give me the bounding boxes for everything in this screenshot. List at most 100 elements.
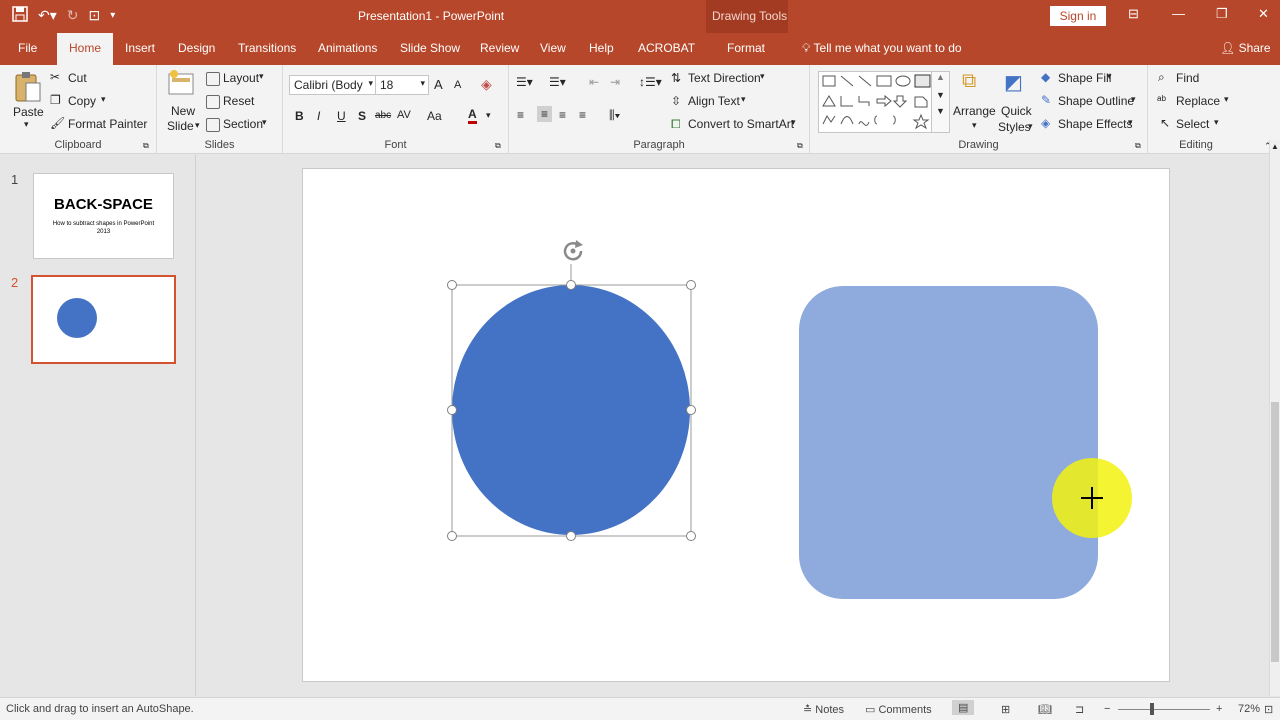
- font-size-input[interactable]: 18 ▾: [375, 75, 429, 95]
- tab-help[interactable]: Help: [589, 41, 614, 55]
- slide-show-icon[interactable]: ⊐: [1075, 703, 1084, 716]
- resize-handle-n[interactable]: [566, 280, 576, 290]
- notes-button[interactable]: ≛ Notes: [803, 703, 844, 716]
- replace-button[interactable]: Replace: [1176, 94, 1220, 108]
- new-slide-label-2[interactable]: Slide: [167, 119, 194, 133]
- scroll-thumb[interactable]: [1271, 402, 1279, 662]
- shape-fill-button[interactable]: Shape Fill: [1058, 71, 1111, 85]
- slide-sorter-icon[interactable]: ⊞: [1001, 703, 1010, 716]
- new-slide-label-1[interactable]: New: [171, 104, 195, 118]
- reading-view-icon[interactable]: 📖︎: [1038, 703, 1052, 716]
- paste-icon[interactable]: [14, 71, 42, 108]
- cut-button[interactable]: Cut: [68, 71, 87, 85]
- gallery-scroll[interactable]: ▲ ▼ ▼: [931, 72, 949, 132]
- character-spacing-button[interactable]: AV: [397, 109, 411, 121]
- tab-file[interactable]: File: [18, 41, 37, 55]
- redo-icon[interactable]: ↻: [67, 7, 79, 24]
- tab-review[interactable]: Review: [480, 41, 519, 55]
- shapes-gallery[interactable]: ▲ ▼ ▼: [818, 71, 950, 133]
- drawing-launcher-icon[interactable]: ⧉: [1135, 141, 1141, 151]
- resize-handle-ne[interactable]: [686, 280, 696, 290]
- shape-outline-button[interactable]: Shape Outline: [1058, 94, 1134, 108]
- gallery-up-icon[interactable]: ▲: [932, 72, 949, 82]
- new-slide-dropdown-icon[interactable]: ▾: [195, 120, 200, 131]
- convert-smartart-dropdown-icon[interactable]: ▾: [791, 117, 796, 128]
- slide-thumbnail-1[interactable]: BACK-SPACE How to subtract shapes in Pow…: [33, 173, 174, 259]
- arrange-dropdown-icon[interactable]: ▾: [972, 120, 977, 131]
- zoom-in-icon[interactable]: +: [1216, 703, 1222, 715]
- tab-animations[interactable]: Animations: [318, 41, 377, 55]
- decrease-indent-icon[interactable]: ⇤: [589, 75, 599, 89]
- resize-handle-se[interactable]: [686, 531, 696, 541]
- tell-me-search[interactable]: 💡︎ Tell me what you want to do: [802, 41, 962, 56]
- gallery-more-icon[interactable]: ▼: [932, 106, 949, 116]
- bullets-icon[interactable]: ☰▾: [516, 75, 533, 89]
- tab-design[interactable]: Design: [178, 41, 215, 55]
- copy-button[interactable]: Copy: [68, 94, 96, 108]
- tab-insert[interactable]: Insert: [125, 41, 155, 55]
- select-dropdown-icon[interactable]: ▾: [1214, 117, 1219, 128]
- slide-thumbnail-2[interactable]: [31, 275, 176, 364]
- bold-button[interactable]: B: [295, 109, 304, 123]
- font-launcher-icon[interactable]: ⧉: [495, 141, 501, 151]
- tab-transitions[interactable]: Transitions: [238, 41, 296, 55]
- arrange-button[interactable]: Arrange: [953, 104, 996, 118]
- circle-shape[interactable]: [452, 285, 690, 535]
- copy-dropdown-icon[interactable]: ▾: [101, 94, 106, 105]
- save-icon[interactable]: [12, 6, 28, 25]
- change-case-button[interactable]: Aa: [427, 109, 442, 123]
- tab-format[interactable]: Format: [727, 41, 765, 55]
- align-left-icon[interactable]: ≡: [517, 108, 524, 122]
- format-painter-button[interactable]: Format Painter: [68, 117, 147, 131]
- text-shadow-button[interactable]: S: [358, 109, 366, 123]
- rounded-rectangle-shape[interactable]: [799, 286, 1098, 599]
- section-dropdown-icon[interactable]: ▾: [262, 117, 267, 128]
- font-size-dropdown-icon[interactable]: ▾: [420, 78, 425, 89]
- tab-home[interactable]: Home: [57, 33, 114, 65]
- layout-button[interactable]: Layout: [223, 71, 259, 85]
- zoom-slider-thumb[interactable]: [1150, 703, 1154, 715]
- tab-slide-show[interactable]: Slide Show: [400, 41, 460, 55]
- slide-canvas[interactable]: [302, 168, 1170, 682]
- text-direction-button[interactable]: Text Direction: [688, 71, 761, 85]
- text-direction-dropdown-icon[interactable]: ▾: [760, 71, 765, 82]
- sign-in-button[interactable]: Sign in: [1050, 6, 1106, 26]
- minimize-icon[interactable]: —: [1172, 6, 1185, 21]
- shape-fill-dropdown-icon[interactable]: ▾: [1107, 71, 1112, 82]
- justify-icon[interactable]: ≡: [579, 108, 586, 122]
- close-icon[interactable]: ✕: [1258, 6, 1269, 22]
- quick-styles-label-2[interactable]: Styles: [998, 120, 1031, 134]
- normal-view-icon[interactable]: ▤: [952, 700, 975, 715]
- grow-font-icon[interactable]: A: [434, 77, 443, 92]
- align-center-icon[interactable]: ≡: [537, 106, 553, 122]
- vertical-scrollbar[interactable]: ▲: [1269, 140, 1280, 696]
- replace-dropdown-icon[interactable]: ▾: [1224, 94, 1229, 105]
- shape-effects-dropdown-icon[interactable]: ▾: [1128, 117, 1133, 128]
- tab-acrobat[interactable]: ACROBAT: [638, 41, 695, 55]
- resize-handle-nw[interactable]: [447, 280, 457, 290]
- paste-button[interactable]: Paste: [13, 105, 44, 119]
- resize-handle-w[interactable]: [447, 405, 457, 415]
- italic-button[interactable]: I: [317, 109, 320, 123]
- resize-handle-sw[interactable]: [447, 531, 457, 541]
- clear-formatting-icon[interactable]: ◈: [481, 76, 492, 93]
- resize-handle-e[interactable]: [686, 405, 696, 415]
- rotate-handle-icon[interactable]: [563, 240, 583, 261]
- numbering-icon[interactable]: ☰▾: [549, 75, 566, 89]
- ribbon-display-options-icon[interactable]: ⊟: [1128, 6, 1139, 22]
- increase-indent-icon[interactable]: ⇥: [610, 75, 620, 89]
- columns-icon[interactable]: ⫼▾: [609, 108, 620, 123]
- section-button[interactable]: Section: [223, 117, 263, 131]
- gallery-down-icon[interactable]: ▼: [932, 90, 949, 100]
- restore-icon[interactable]: ❐: [1216, 6, 1228, 22]
- fit-to-window-icon[interactable]: ⊡: [1264, 703, 1273, 716]
- shrink-font-icon[interactable]: A: [454, 79, 461, 91]
- font-color-button[interactable]: A: [468, 107, 477, 124]
- resize-handle-s[interactable]: [566, 531, 576, 541]
- align-text-button[interactable]: Align Text: [688, 94, 740, 108]
- start-from-beginning-icon[interactable]: ⊡: [89, 7, 101, 24]
- comments-button[interactable]: ▭ Comments: [865, 703, 932, 716]
- scroll-up-icon[interactable]: ▲: [1270, 142, 1280, 151]
- paste-dropdown-icon[interactable]: ▾: [24, 119, 29, 130]
- convert-smartart-button[interactable]: Convert to SmartArt: [688, 117, 794, 131]
